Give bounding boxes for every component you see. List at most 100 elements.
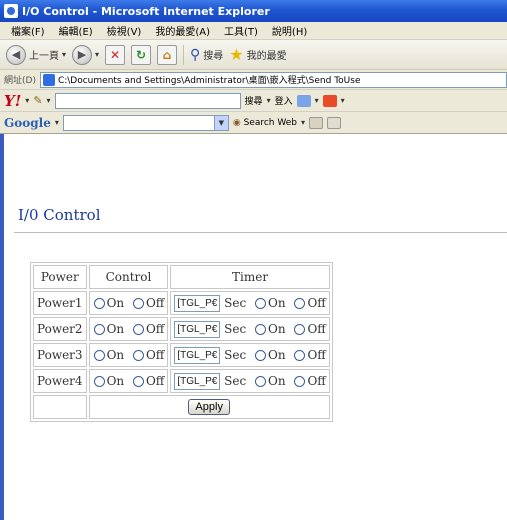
- yahoo-search-button[interactable]: 搜尋: [245, 94, 263, 107]
- off-label: Off: [145, 296, 165, 310]
- pagerank-icon[interactable]: [327, 116, 342, 129]
- power-name: Power3: [33, 343, 87, 367]
- power1-on-radio[interactable]: [93, 298, 105, 309]
- yahoo-toolbar: Y! ▾ ✎ ▾ 搜尋 ▾ 登入 ▾ ▾: [0, 90, 507, 112]
- back-dropdown-icon[interactable]: ▾: [62, 50, 66, 59]
- off-label: Off: [145, 322, 165, 336]
- window-titlebar[interactable]: I/O Control - Microsoft Internet Explore…: [0, 0, 507, 22]
- pencil-dropdown-icon[interactable]: ▾: [47, 96, 51, 105]
- power2-timer-on-radio[interactable]: [255, 323, 267, 335]
- sec-label: Sec: [224, 373, 247, 388]
- power1-timer-on-radio[interactable]: [255, 297, 267, 309]
- window-title: I/O Control - Microsoft Internet Explore…: [22, 4, 270, 18]
- pencil-icon[interactable]: ✎: [33, 94, 42, 107]
- power2-off-radio[interactable]: [132, 324, 144, 335]
- power3-timer-on-radio[interactable]: [255, 349, 267, 361]
- power3-timer-input[interactable]: [TGL_P€: [174, 346, 221, 364]
- header-control: Control: [88, 265, 169, 289]
- power4-off-radio[interactable]: [132, 376, 144, 387]
- mail-icon[interactable]: [296, 94, 311, 107]
- power1-timer-input[interactable]: [TGL_P€: [174, 294, 221, 312]
- on-label: On: [106, 296, 125, 310]
- address-bar: 網址(D) C:\Documents and Settings\Administ…: [0, 70, 507, 90]
- timer-cell: [TGL_P€ Sec On Off: [170, 343, 330, 367]
- power4-timer-on-radio[interactable]: [255, 375, 267, 387]
- power2-timer-input[interactable]: [TGL_P€: [174, 320, 221, 338]
- power2-timer-off-radio[interactable]: [294, 323, 306, 335]
- off-label: Off: [307, 321, 326, 336]
- control-cell: On Off: [88, 343, 169, 367]
- page-content: I/0 Control Power Control Timer Power1 O…: [0, 134, 507, 520]
- search-web-dropdown-icon[interactable]: ▾: [301, 118, 305, 127]
- off-label: Off: [145, 348, 165, 362]
- chevron-down-icon[interactable]: ▼: [213, 115, 228, 130]
- yahoo-search-input[interactable]: [54, 92, 241, 109]
- table-row: Power1 On Off [TGL_P€ Sec On Off: [33, 291, 330, 315]
- google-dropdown-icon[interactable]: ▾: [55, 118, 59, 127]
- menu-tools[interactable]: 工具(T): [217, 23, 265, 38]
- off-label: Off: [307, 373, 326, 388]
- refresh-button[interactable]: ↻: [131, 44, 152, 65]
- on-label: On: [268, 295, 286, 310]
- apply-row: Apply: [33, 395, 330, 419]
- power4-on-radio[interactable]: [93, 376, 105, 387]
- menu-help[interactable]: 說明(H): [265, 23, 314, 38]
- off-label: Off: [307, 347, 326, 362]
- home-button[interactable]: ⌂: [157, 44, 178, 65]
- mail-dropdown-icon[interactable]: ▾: [315, 96, 319, 105]
- star-icon: ★: [229, 45, 244, 64]
- on-label: On: [106, 374, 125, 388]
- block-icon[interactable]: [309, 116, 324, 129]
- ie-icon: [4, 4, 18, 18]
- toolbar-divider: [183, 44, 185, 65]
- forward-button[interactable]: ▶ ▾: [72, 44, 99, 65]
- table-header-row: Power Control Timer: [33, 265, 330, 289]
- yahoo-logo[interactable]: Y!: [4, 92, 21, 110]
- search-button[interactable]: ⚲ 搜尋: [190, 47, 223, 63]
- address-input[interactable]: C:\Documents and Settings\Administrator\…: [39, 71, 507, 88]
- power3-on-radio[interactable]: [93, 350, 105, 361]
- on-label: On: [268, 373, 286, 388]
- page-icon: [42, 73, 55, 86]
- menu-view[interactable]: 檢視(V): [100, 23, 149, 38]
- search-web-button[interactable]: ◉ Search Web: [233, 118, 297, 128]
- menu-bar: 檔案(F) 編輯(E) 檢視(V) 我的最愛(A) 工具(T) 說明(H): [0, 22, 507, 40]
- search-label: 搜尋: [203, 51, 224, 62]
- table-row: Power3 On Off [TGL_P€ Sec On Off: [33, 343, 330, 367]
- forward-dropdown-icon[interactable]: ▾: [95, 50, 99, 59]
- power-name: Power2: [33, 317, 87, 341]
- yahoo-dropdown-icon[interactable]: ▾: [25, 96, 29, 105]
- sec-label: Sec: [224, 321, 247, 336]
- stop-button[interactable]: ✕: [105, 44, 126, 65]
- control-cell: On Off: [88, 369, 169, 393]
- menu-favorites[interactable]: 我的最愛(A): [148, 23, 217, 38]
- header-power: Power: [33, 265, 87, 289]
- apply-button[interactable]: Apply: [188, 399, 230, 415]
- timer-cell: [TGL_P€ Sec On Off: [170, 317, 330, 341]
- power3-off-radio[interactable]: [132, 350, 144, 361]
- plus-dropdown-icon[interactable]: ▾: [341, 96, 345, 105]
- menu-file[interactable]: 檔案(F): [4, 23, 52, 38]
- menu-edit[interactable]: 編輯(E): [52, 23, 100, 38]
- page-title: I/0 Control: [18, 206, 101, 224]
- off-label: Off: [307, 295, 326, 310]
- google-logo[interactable]: Google: [4, 116, 51, 130]
- power1-timer-off-radio[interactable]: [294, 297, 306, 309]
- back-arrow-icon: ◀: [6, 44, 26, 65]
- plus-icon[interactable]: [322, 94, 337, 107]
- power-control-table: Power Control Timer Power1 On Off [TGL_P…: [30, 262, 333, 422]
- google-search-input[interactable]: ▼: [62, 114, 229, 131]
- power2-on-radio[interactable]: [93, 324, 105, 335]
- power1-off-radio[interactable]: [132, 298, 144, 309]
- forward-arrow-icon: ▶: [72, 44, 93, 65]
- yahoo-search-dropdown-icon[interactable]: ▾: [267, 96, 271, 105]
- power3-timer-off-radio[interactable]: [294, 349, 306, 361]
- on-label: On: [268, 347, 286, 362]
- power4-timer-input[interactable]: [TGL_P€: [174, 372, 221, 390]
- back-button[interactable]: ◀ 上一頁 ▾: [6, 44, 66, 65]
- sec-label: Sec: [224, 295, 247, 310]
- favorites-button[interactable]: ★ 我的最愛: [229, 45, 286, 64]
- table-row: Power4 On Off [TGL_P€ Sec On Off: [33, 369, 330, 393]
- yahoo-login-button[interactable]: 登入: [275, 94, 293, 107]
- power4-timer-off-radio[interactable]: [294, 375, 306, 387]
